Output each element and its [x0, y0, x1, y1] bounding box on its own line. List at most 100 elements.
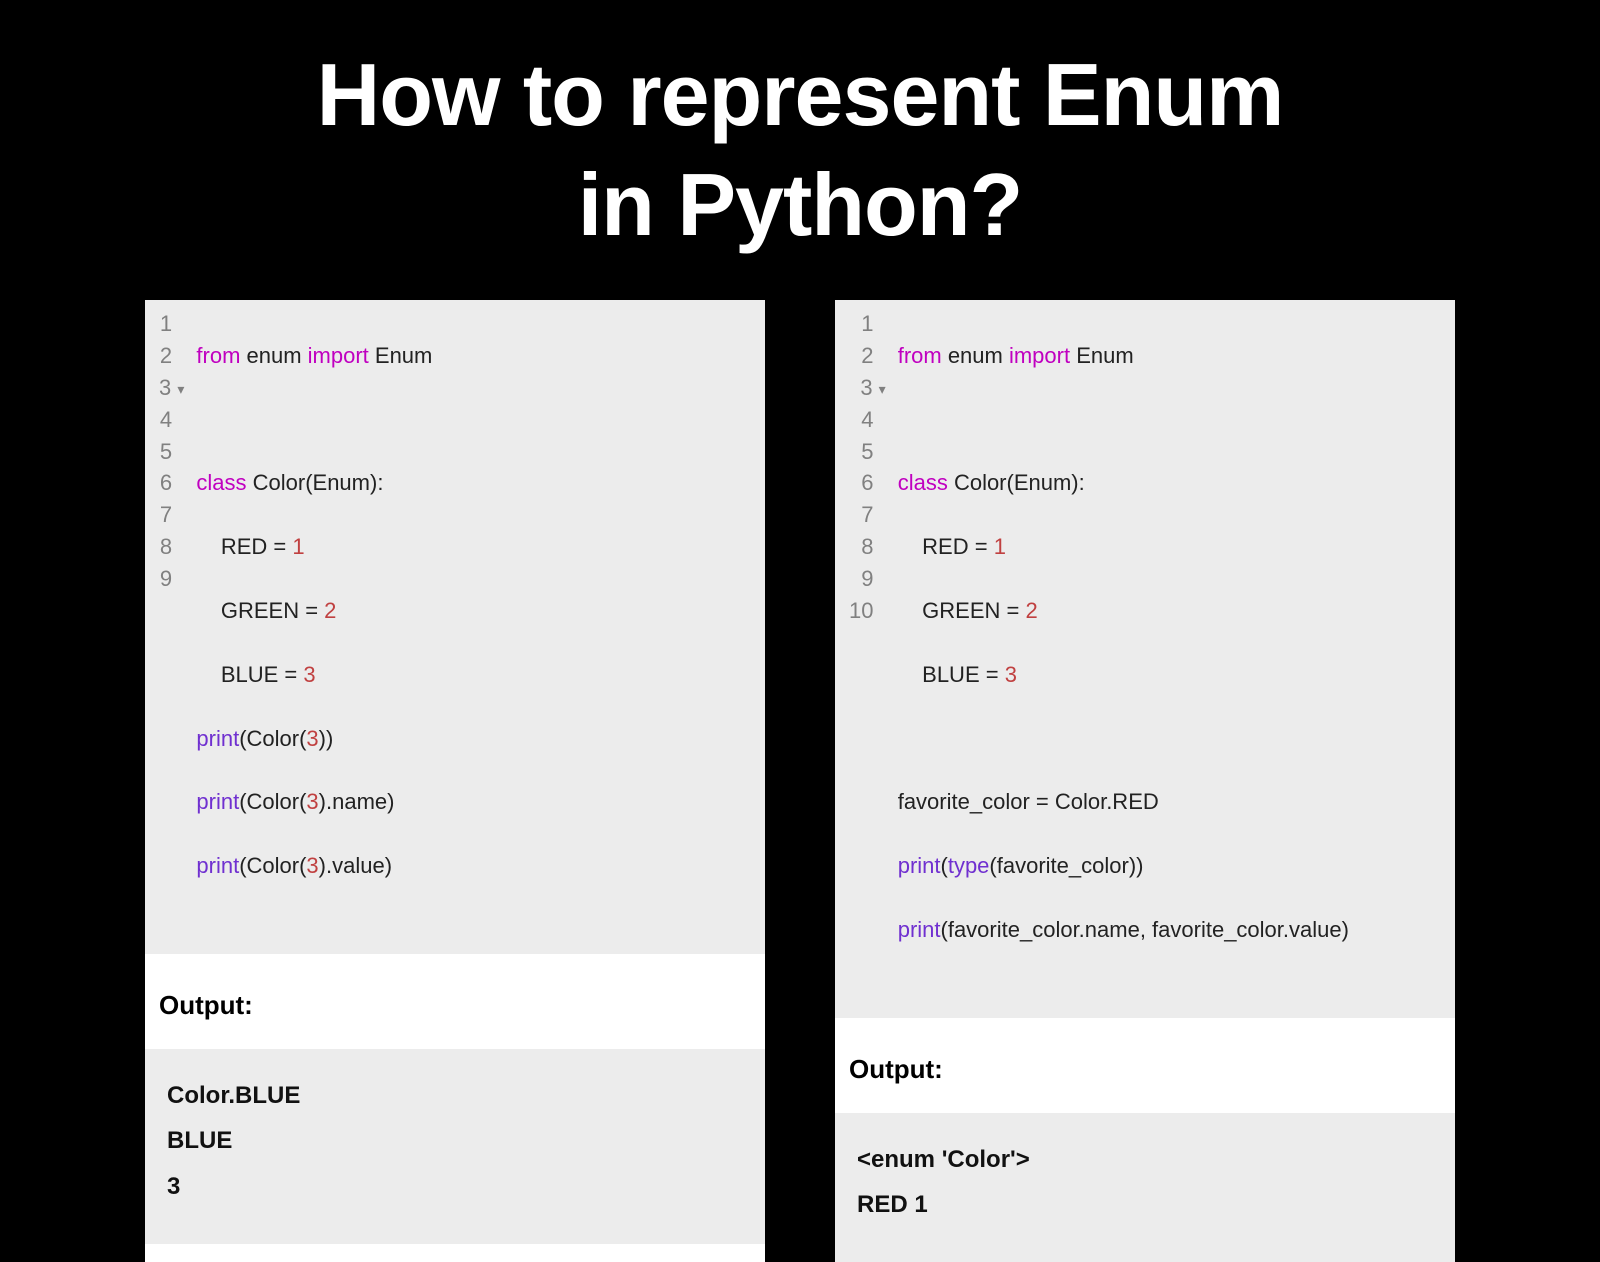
code-text: BLUE =	[196, 662, 303, 687]
code-line: print(Color(3))	[196, 723, 755, 755]
left-code-block: 1 2 3 ▾4 5 6 7 8 9 from enum import Enum…	[145, 300, 765, 954]
line-number: 6	[159, 467, 184, 499]
line-number: 4	[849, 404, 886, 436]
code-line: print(favorite_color.name, favorite_colo…	[898, 914, 1445, 946]
builtin-print: print	[898, 853, 941, 878]
line-number: 8	[849, 531, 886, 563]
line-number: 7	[849, 499, 886, 531]
output-line: BLUE	[167, 1118, 743, 1164]
keyword-from: from	[196, 343, 240, 368]
panels-row: 1 2 3 ▾4 5 6 7 8 9 from enum import Enum…	[0, 300, 1600, 1262]
code-line: BLUE = 3	[898, 659, 1445, 691]
number-literal: 1	[292, 534, 304, 559]
code-text: ).value)	[319, 853, 392, 878]
line-number: 5	[159, 436, 184, 468]
number-literal: 3	[306, 853, 318, 878]
builtin-print: print	[196, 853, 239, 878]
code-line: GREEN = 2	[898, 595, 1445, 627]
left-output-label: Output:	[145, 954, 765, 1049]
code-text: Color(Enum):	[247, 470, 384, 495]
code-text: ))	[319, 726, 334, 751]
code-text: GREEN =	[196, 598, 324, 623]
left-code: from enum import Enum class Color(Enum):…	[192, 300, 765, 954]
builtin-print: print	[898, 917, 941, 942]
code-line	[898, 404, 1445, 436]
line-number: 5	[849, 436, 886, 468]
code-text: favorite_color = Color.RED	[898, 789, 1159, 814]
code-line: BLUE = 3	[196, 659, 755, 691]
code-text: enum	[942, 343, 1009, 368]
page-title: How to represent Enum in Python?	[0, 0, 1600, 300]
number-literal: 3	[303, 662, 315, 687]
code-text: Color(Enum):	[948, 470, 1085, 495]
output-line: <enum 'Color'>	[857, 1137, 1433, 1183]
code-text: (	[941, 853, 948, 878]
number-literal: 3	[306, 726, 318, 751]
keyword-class: class	[196, 470, 246, 495]
line-number: 10	[849, 595, 886, 627]
code-text: (Color(	[239, 726, 306, 751]
code-text: BLUE =	[898, 662, 1005, 687]
keyword-class: class	[898, 470, 948, 495]
code-line: from enum import Enum	[196, 340, 755, 372]
builtin-type: type	[948, 853, 990, 878]
code-line: print(type(favorite_color))	[898, 850, 1445, 882]
line-number: 2	[849, 340, 886, 372]
left-gutter: 1 2 3 ▾4 5 6 7 8 9	[145, 300, 192, 954]
right-code: from enum import Enum class Color(Enum):…	[894, 300, 1455, 1018]
number-literal: 3	[306, 789, 318, 814]
code-line: class Color(Enum):	[196, 467, 755, 499]
line-number: 3 ▾	[849, 372, 886, 404]
fold-icon: ▾	[879, 381, 886, 397]
line-number: 9	[849, 563, 886, 595]
right-gutter: 1 2 3 ▾4 5 6 7 8 9 10	[835, 300, 894, 1018]
output-line: RED 1	[857, 1182, 1433, 1228]
code-text: GREEN =	[898, 598, 1026, 623]
keyword-from: from	[898, 343, 942, 368]
code-line: print(Color(3).name)	[196, 786, 755, 818]
line-number: 1	[159, 308, 184, 340]
code-line: class Color(Enum):	[898, 467, 1445, 499]
number-literal: 3	[1005, 662, 1017, 687]
code-line: GREEN = 2	[196, 595, 755, 627]
number-literal: 2	[324, 598, 336, 623]
code-text: RED =	[196, 534, 292, 559]
code-text: Enum	[369, 343, 433, 368]
left-panel: 1 2 3 ▾4 5 6 7 8 9 from enum import Enum…	[145, 300, 765, 1262]
code-text: (Color(	[239, 789, 306, 814]
line-number: 1	[849, 308, 886, 340]
builtin-print: print	[196, 726, 239, 751]
code-text: (Color(	[239, 853, 306, 878]
right-code-block: 1 2 3 ▾4 5 6 7 8 9 10 from enum import E…	[835, 300, 1455, 1018]
code-line	[898, 723, 1445, 755]
number-literal: 2	[1025, 598, 1037, 623]
code-text: (favorite_color))	[989, 853, 1143, 878]
line-number: 6	[849, 467, 886, 499]
line-number: 2	[159, 340, 184, 372]
code-line: favorite_color = Color.RED	[898, 786, 1445, 818]
right-output-label: Output:	[835, 1018, 1455, 1113]
line-number: 7	[159, 499, 184, 531]
builtin-print: print	[196, 789, 239, 814]
right-output-block: <enum 'Color'> RED 1	[835, 1113, 1455, 1262]
left-output-block: Color.BLUE BLUE 3	[145, 1049, 765, 1244]
code-text: RED =	[898, 534, 994, 559]
code-line: RED = 1	[196, 531, 755, 563]
code-text: enum	[240, 343, 307, 368]
title-line-2: in Python?	[578, 155, 1023, 254]
keyword-import: import	[1009, 343, 1070, 368]
title-line-1: How to represent Enum	[317, 45, 1284, 144]
code-line: from enum import Enum	[898, 340, 1445, 372]
code-text: ).name)	[319, 789, 395, 814]
code-line: RED = 1	[898, 531, 1445, 563]
right-panel: 1 2 3 ▾4 5 6 7 8 9 10 from enum import E…	[835, 300, 1455, 1262]
code-line	[196, 404, 755, 436]
output-line: 3	[167, 1164, 743, 1210]
keyword-import: import	[308, 343, 369, 368]
output-line: Color.BLUE	[167, 1073, 743, 1119]
line-number: 3 ▾	[159, 372, 184, 404]
fold-icon: ▾	[177, 381, 184, 397]
number-literal: 1	[994, 534, 1006, 559]
line-number: 8	[159, 531, 184, 563]
code-line: print(Color(3).value)	[196, 850, 755, 882]
